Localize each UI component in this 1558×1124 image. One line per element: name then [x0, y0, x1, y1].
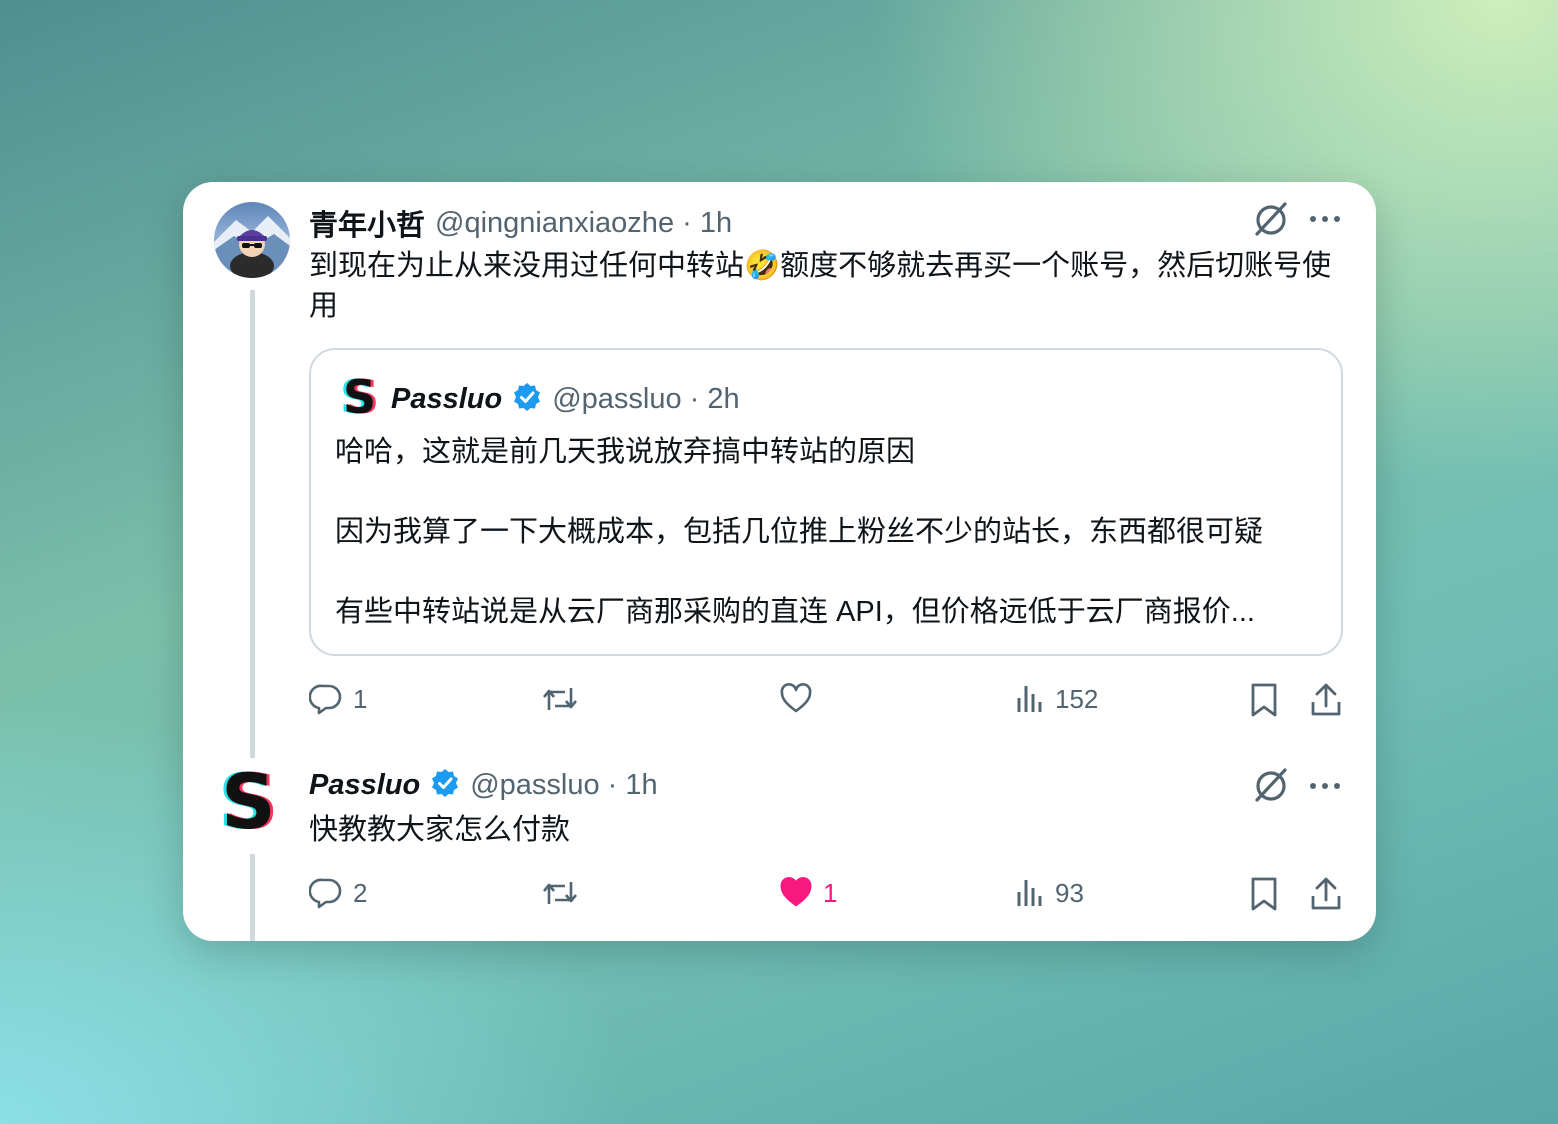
reply-icon [309, 878, 342, 909]
handle-time[interactable]: @passluo · 1h [470, 769, 657, 802]
verified-badge-icon [512, 382, 542, 417]
display-name[interactable]: 青年小哲 [309, 202, 425, 244]
views-icon [1017, 880, 1042, 906]
like-count: 1 [823, 877, 838, 908]
display-name[interactable]: Passluo [309, 769, 420, 802]
retweet-icon [543, 688, 577, 710]
handle-time[interactable]: @qingnianxiaozhe · 1h [435, 207, 732, 240]
grok-icon[interactable] [1253, 766, 1289, 809]
thread-line-top [250, 290, 255, 758]
quote-line-1: 哈哈，这就是前几天我说放弃搞中转站的原因 [335, 436, 916, 468]
verified-badge-icon [430, 768, 460, 803]
tweet-text: 到现在为止从来没用过任何中转站🤣额度不够就去再买一个账号，然后切账号使用 [309, 250, 1332, 322]
retweet-button[interactable] [541, 682, 579, 716]
views-count: 152 [1055, 683, 1099, 714]
tweet-text: 快教教大家怎么付款 [309, 814, 571, 846]
views-button[interactable]: 152 [1015, 682, 1098, 716]
quoted-tweet[interactable]: S Passluo @passluo · 2h 哈哈，这就是前几天我说放弃搞中转… [309, 348, 1343, 656]
reply-button[interactable]: 2 [309, 876, 367, 910]
quote-handle-time[interactable]: @passluo · 2h [552, 383, 739, 416]
quote-line-2: 因为我算了一下大概成本，包括几位推上粉丝不少的站长，东西都很可疑 [335, 516, 1264, 548]
share-button[interactable] [1309, 876, 1343, 912]
more-icon[interactable] [1309, 779, 1341, 797]
like-button-active[interactable]: 1 [779, 876, 837, 910]
reply-count: 1 [353, 683, 368, 714]
like-button[interactable] [779, 682, 813, 716]
like-icon [780, 877, 812, 907]
bookmark-icon [1251, 877, 1277, 911]
quote-line-3: 有些中转站说是从云厂商那采购的直连 API，但价格远低于云厂商报价... [335, 596, 1255, 628]
reply-icon [309, 684, 342, 715]
share-icon [1311, 683, 1341, 716]
thread-line-bottom [250, 854, 255, 941]
reply-count: 2 [353, 877, 368, 908]
views-button[interactable]: 93 [1015, 876, 1084, 910]
quote-header: Passluo @passluo · 2h [391, 382, 740, 417]
bookmark-icon [1251, 683, 1277, 717]
views-icon [1017, 686, 1042, 712]
quote-display-name[interactable]: Passluo [391, 383, 502, 416]
avatar-illustration-icon [214, 216, 290, 278]
more-icon[interactable] [1309, 212, 1341, 230]
like-icon [780, 683, 812, 713]
bookmark-button[interactable] [1249, 682, 1279, 718]
passluo-logo[interactable]: S [343, 374, 376, 420]
share-icon [1311, 877, 1341, 910]
avatar-passluo[interactable]: S [221, 764, 276, 840]
views-count: 93 [1055, 877, 1084, 908]
grok-icon[interactable] [1253, 200, 1289, 243]
avatar-qingnianxiaozhe[interactable] [214, 202, 290, 278]
retweet-button[interactable] [541, 876, 579, 910]
retweet-icon [543, 882, 577, 904]
tweet-card: 青年小哲 @qingnianxiaozhe · 1h 到现在为止从来没用过任何中… [183, 182, 1376, 941]
share-button[interactable] [1309, 682, 1343, 718]
reply-button[interactable]: 1 [309, 682, 367, 716]
bookmark-button[interactable] [1249, 876, 1279, 912]
tweet1-header: 青年小哲 @qingnianxiaozhe · 1h [309, 202, 732, 244]
tweet2-header: Passluo @passluo · 1h [309, 768, 658, 803]
